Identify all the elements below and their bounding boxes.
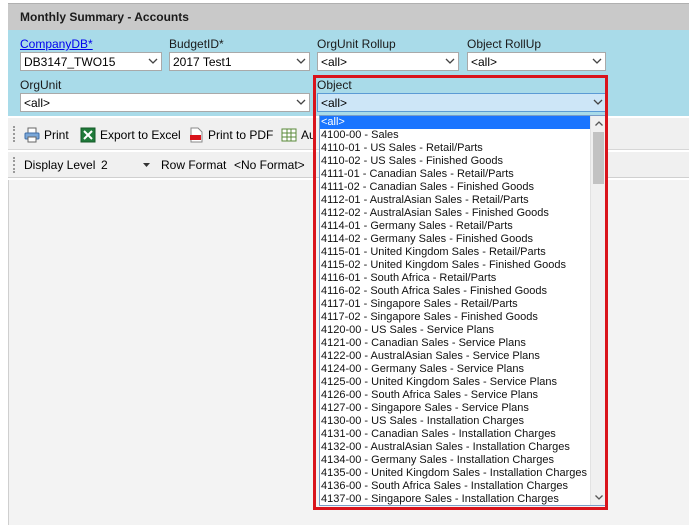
object-option[interactable]: 4114-02 - Germany Sales - Finished Goods — [320, 233, 591, 246]
display-level-value: 2 — [101, 158, 108, 172]
object-option[interactable]: 4110-01 - US Sales - Retail/Parts — [320, 142, 591, 155]
truncated-toolbar-button[interactable]: Au — [281, 126, 316, 144]
row-format-value: <No Format> — [234, 158, 305, 172]
object-option[interactable]: 4112-01 - AustralAsian Sales - Retail/Pa… — [320, 194, 591, 207]
orgunit-value: <all> — [24, 96, 51, 110]
print-button[interactable]: Print — [24, 126, 69, 144]
object-rollup-label: Object RollUp — [467, 37, 542, 51]
company-db-value: DB3147_TWO15 — [24, 55, 116, 69]
toolbar-grip[interactable] — [13, 157, 16, 173]
object-dropdown-list[interactable]: <all> 4100-00 - Sales 4110-01 - US Sales -… — [319, 115, 606, 506]
object-option[interactable]: <all> — [320, 116, 591, 129]
display-level-label: Display Level — [24, 158, 96, 172]
object-option[interactable]: 4111-02 - Canadian Sales - Finished Good… — [320, 181, 591, 194]
company-db-label-link[interactable]: CompanyDB* — [20, 37, 93, 51]
object-option[interactable]: 4137-00 - Singapore Sales - Installation… — [320, 493, 591, 505]
object-option[interactable]: 4122-00 - AustralAsian Sales - Service P… — [320, 350, 591, 363]
orgunit-rollup-value: <all> — [321, 55, 348, 69]
object-rollup-select[interactable]: <all> — [467, 52, 606, 71]
excel-icon — [80, 127, 96, 143]
scroll-down-arrow[interactable] — [591, 490, 605, 505]
object-value: <all> — [321, 96, 348, 110]
object-option[interactable]: 4110-02 - US Sales - Finished Goods — [320, 155, 591, 168]
report-title: Monthly Summary - Accounts — [20, 10, 189, 24]
object-option[interactable]: 4112-02 - AustralAsian Sales - Finished … — [320, 207, 591, 220]
row-format-select[interactable]: <No Format> — [231, 156, 316, 174]
scroll-thumb[interactable] — [593, 132, 604, 184]
export-excel-button[interactable]: Export to Excel — [80, 126, 181, 144]
object-option[interactable]: 4127-00 - Singapore Sales - Service Plan… — [320, 402, 591, 415]
object-option[interactable]: 4121-00 - Canadian Sales - Service Plans — [320, 337, 591, 350]
object-option[interactable]: 4117-02 - Singapore Sales - Finished Goo… — [320, 311, 591, 324]
object-label: Object — [317, 78, 352, 92]
budget-id-value: 2017 Test1 — [173, 55, 232, 69]
orgunit-select[interactable]: <all> — [20, 93, 310, 112]
print-label: Print — [44, 128, 69, 142]
object-option[interactable]: 4115-01 - United Kingdom Sales - Retail/… — [320, 246, 591, 259]
scroll-up-arrow[interactable] — [591, 116, 605, 131]
chevron-down-icon — [296, 99, 306, 105]
object-option[interactable]: 4132-00 - AustralAsian Sales - Installat… — [320, 441, 591, 454]
object-option[interactable]: 4131-00 - Canadian Sales - Installation … — [320, 428, 591, 441]
object-option[interactable]: 4134-00 - Germany Sales - Installation C… — [320, 454, 591, 467]
object-rollup-value: <all> — [471, 55, 498, 69]
object-select[interactable]: <all> — [317, 93, 607, 112]
printer-icon — [24, 127, 40, 143]
object-option[interactable]: 4120-00 - US Sales - Service Plans — [320, 324, 591, 337]
report-title-bar: Monthly Summary - Accounts — [8, 3, 689, 30]
dropdown-scrollbar[interactable] — [590, 116, 605, 505]
chevron-up-icon — [594, 121, 603, 126]
table-icon — [281, 128, 297, 142]
object-option[interactable]: 4111-01 - Canadian Sales - Retail/Parts — [320, 168, 591, 181]
pdf-icon — [190, 127, 203, 143]
object-option[interactable]: 4115-02 - United Kingdom Sales - Finishe… — [320, 259, 591, 272]
display-level-select[interactable]: 2 — [98, 156, 154, 174]
object-option[interactable]: 4114-01 - Germany Sales - Retail/Parts — [320, 220, 591, 233]
company-db-select[interactable]: DB3147_TWO15 — [20, 52, 162, 71]
dropdown-arrow-icon — [143, 163, 150, 167]
chevron-down-icon — [592, 58, 602, 64]
orgunit-rollup-select[interactable]: <all> — [317, 52, 459, 71]
object-option[interactable]: 4125-00 - United Kingdom Sales - Service… — [320, 376, 591, 389]
chevron-down-icon — [594, 495, 603, 500]
export-excel-label: Export to Excel — [100, 128, 181, 142]
orgunit-label: OrgUnit — [20, 78, 62, 92]
truncated-toolbar-label: Au — [301, 128, 316, 142]
chevron-down-icon — [296, 58, 306, 64]
object-option[interactable]: 4100-00 - Sales — [320, 129, 591, 142]
object-option[interactable]: 4117-01 - Singapore Sales - Retail/Parts — [320, 298, 591, 311]
object-option[interactable]: 4116-02 - South Africa Sales - Finished … — [320, 285, 591, 298]
chevron-down-icon — [148, 58, 158, 64]
toolbar-grip[interactable] — [13, 126, 16, 142]
print-pdf-button[interactable]: Print to PDF — [188, 126, 273, 144]
budget-id-select[interactable]: 2017 Test1 — [169, 52, 310, 71]
object-option[interactable]: 4135-00 - United Kingdom Sales - Install… — [320, 467, 591, 480]
budget-id-label: BudgetID* — [169, 37, 224, 51]
object-option[interactable]: 4136-00 - South Africa Sales - Installat… — [320, 480, 591, 493]
object-option[interactable]: 4116-01 - South Africa - Retail/Parts — [320, 272, 591, 285]
object-options: <all> 4100-00 - Sales 4110-01 - US Sales -… — [320, 116, 591, 505]
filter-panel: CompanyDB* DB3147_TWO15 BudgetID* 2017 T… — [8, 30, 689, 116]
object-option[interactable]: 4124-00 - Germany Sales - Service Plans — [320, 363, 591, 376]
chevron-down-icon — [445, 58, 455, 64]
object-option[interactable]: 4130-00 - US Sales - Installation Charge… — [320, 415, 591, 428]
row-format-label: Row Format — [161, 158, 227, 172]
chevron-down-icon — [593, 99, 603, 105]
object-option[interactable]: 4126-00 - South Africa Sales - Service P… — [320, 389, 591, 402]
print-pdf-label: Print to PDF — [208, 128, 274, 142]
orgunit-rollup-label: OrgUnit Rollup — [317, 37, 396, 51]
